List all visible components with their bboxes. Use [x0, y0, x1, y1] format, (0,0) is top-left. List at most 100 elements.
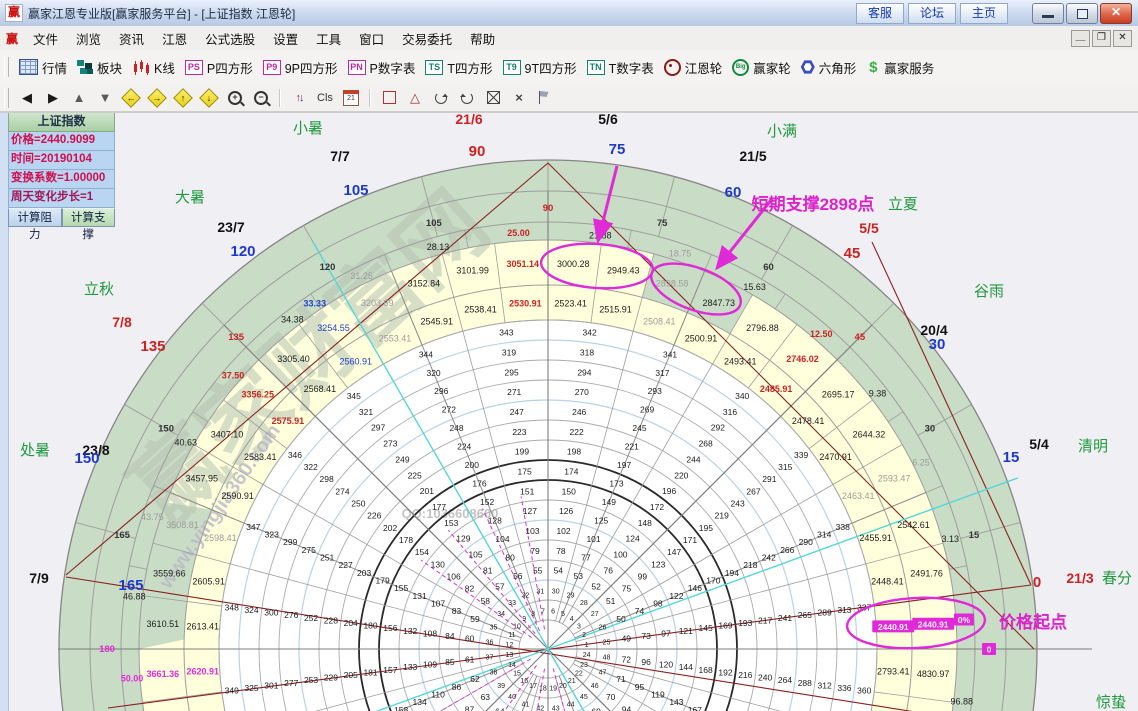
mdi-close-button[interactable]: ✕: [1113, 30, 1132, 47]
toolbar-item-hexagon[interactable]: 六角形: [801, 58, 857, 77]
rotate-ccw-button[interactable]: [429, 87, 453, 109]
toolbar-item-kline[interactable]: K线: [132, 58, 175, 77]
menu-item-2[interactable]: 资讯: [110, 30, 153, 50]
svg-text:2575.91: 2575.91: [272, 416, 305, 426]
app-logo-icon: 赢: [5, 4, 23, 22]
toolbar-item-t-table[interactable]: TNT数字表: [587, 58, 654, 77]
menu-item-1[interactable]: 浏览: [67, 30, 110, 50]
menu-item-6[interactable]: 工具: [307, 30, 350, 50]
svg-text:25.00: 25.00: [507, 228, 530, 238]
toolbar-item-p-square[interactable]: PSP四方形: [185, 58, 253, 77]
svg-text:343: 343: [499, 328, 513, 338]
minimize-button[interactable]: [1032, 3, 1064, 24]
svg-text:181: 181: [363, 667, 377, 677]
svg-text:73: 73: [641, 631, 651, 641]
svg-text:3356.25: 3356.25: [242, 389, 275, 399]
clear-flag-tool-button[interactable]: [533, 87, 557, 109]
toolbar-item-t-square[interactable]: TST四方形: [425, 58, 492, 77]
close-button[interactable]: [1100, 3, 1132, 24]
svg-text:13: 13: [505, 652, 513, 659]
svg-text:69: 69: [591, 707, 601, 711]
svg-text:143: 143: [669, 697, 683, 707]
svg-text:30: 30: [925, 424, 936, 435]
shrink-tool-button[interactable]: ×: [507, 87, 531, 109]
svg-text:90: 90: [543, 203, 554, 214]
svg-text:50.00: 50.00: [121, 673, 144, 683]
toolbar-item-9t-square[interactable]: T99T四方形: [503, 58, 577, 77]
toolbar-item-quotes[interactable]: 行情: [19, 58, 67, 77]
svg-text:82: 82: [465, 584, 475, 594]
move-down-button[interactable]: ↓: [197, 87, 221, 109]
toolbar-item-9p-square[interactable]: P99P四方形: [263, 58, 338, 77]
calc-support-button[interactable]: 计算支撑: [62, 208, 116, 227]
svg-text:125: 125: [594, 516, 608, 526]
wheel-outer-label: 清明: [1078, 438, 1108, 455]
move-up-button[interactable]: ↑: [171, 87, 195, 109]
forum-button[interactable]: 论坛: [908, 3, 956, 24]
triangle-tool-button[interactable]: △: [403, 87, 427, 109]
menu-item-0[interactable]: 文件: [24, 30, 67, 50]
toolbar-item-sectors[interactable]: 板块: [77, 58, 122, 77]
toolbar-label-t-square: T四方形: [447, 58, 492, 77]
svg-text:3305.40: 3305.40: [277, 354, 310, 364]
mdi-minimize-button[interactable]: ＿: [1071, 30, 1090, 47]
svg-text:2455.91: 2455.91: [859, 533, 892, 543]
gann-wheel-chart[interactable]: 赢家财富网www.yingjia360.comQQ:10366086002440…: [0, 111, 1138, 711]
pan-left-button[interactable]: ◀: [15, 87, 39, 109]
menu-item-7[interactable]: 窗口: [350, 30, 393, 50]
wheel-outer-label: 30: [929, 336, 946, 353]
calc-resistance-button[interactable]: 计算阻力: [8, 208, 62, 227]
zoom-out-button[interactable]: −: [249, 87, 273, 109]
maximize-button[interactable]: [1066, 3, 1098, 24]
toolbar-item-winner-wheel[interactable]: Big赢家轮: [732, 58, 791, 77]
menu-item-9[interactable]: 帮助: [461, 30, 504, 50]
rect-tool-button[interactable]: [377, 87, 401, 109]
svg-text:79: 79: [530, 546, 540, 556]
wheel-outer-label: 7/9: [29, 570, 49, 586]
9t-square-icon: T9: [503, 60, 521, 75]
toolbar-item-winner-service[interactable]: $赢家服务: [866, 58, 934, 77]
toolbar-item-gann-wheel[interactable]: 江恩轮: [664, 58, 723, 77]
pan-right-button[interactable]: ▶: [41, 87, 65, 109]
gann-wheel-chart-area[interactable]: 赢家财富网www.yingjia360.comQQ:10366086002440…: [0, 111, 1138, 711]
mdi-restore-button[interactable]: ❐: [1092, 30, 1111, 47]
menu-item-5[interactable]: 设置: [264, 30, 307, 50]
svg-text:47: 47: [599, 670, 607, 677]
svg-text:107: 107: [431, 598, 445, 608]
svg-text:155: 155: [394, 583, 408, 593]
index-info-panel: 上证指数 价格=2440.9099时间=20190104变换系数=1.00000…: [8, 112, 115, 227]
svg-text:75: 75: [622, 584, 632, 594]
svg-text:180: 180: [363, 621, 377, 631]
step-up-tri-button[interactable]: ▲: [67, 87, 91, 109]
panel-title: 上证指数: [8, 112, 115, 132]
homepage-button[interactable]: 主页: [960, 3, 1008, 24]
svg-text:194: 194: [725, 568, 739, 578]
calendar-button[interactable]: 21: [339, 87, 363, 109]
rotate-cw-button[interactable]: [455, 87, 479, 109]
toolbar-item-p-table[interactable]: PNP数字表: [348, 58, 416, 77]
step-down-tri-button[interactable]: ▼: [93, 87, 117, 109]
cls-button[interactable]: Cls: [313, 87, 337, 109]
winner-wheel-icon: Big: [732, 59, 749, 76]
svg-text:301: 301: [264, 680, 278, 690]
updown-scale-button[interactable]: ↑↓: [287, 87, 311, 109]
menu-item-8[interactable]: 交易委托: [393, 30, 461, 50]
svg-text:87: 87: [465, 704, 475, 711]
svg-text:48: 48: [603, 655, 611, 662]
svg-text:33: 33: [508, 600, 516, 607]
svg-text:348: 348: [225, 602, 239, 612]
menu-item-3[interactable]: 江恩: [153, 30, 196, 50]
svg-text:5: 5: [561, 611, 565, 618]
zoom-in-button[interactable]: +: [223, 87, 247, 109]
wheel-outer-label: 处暑: [20, 442, 50, 459]
customer-service-button[interactable]: 客服: [856, 3, 904, 24]
svg-text:18: 18: [539, 686, 547, 693]
menu-item-4[interactable]: 公式选股: [196, 30, 264, 50]
updown-scale-icon: ↑↓: [296, 92, 303, 104]
move-right-button[interactable]: →: [145, 87, 169, 109]
box-x-tool-icon: [487, 91, 500, 104]
svg-text:158: 158: [394, 705, 408, 711]
move-left-button[interactable]: ←: [119, 87, 143, 109]
svg-text:98: 98: [653, 598, 663, 608]
box-x-tool-button[interactable]: [481, 87, 505, 109]
